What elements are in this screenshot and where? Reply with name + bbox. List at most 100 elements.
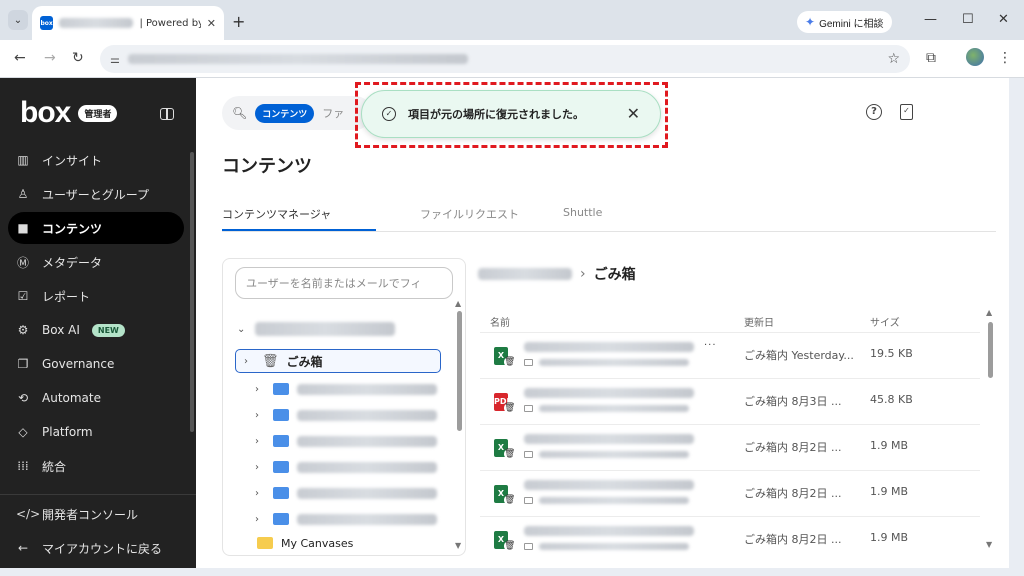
chevron-right-icon[interactable]: › [255,436,265,447]
tree-scroll-up-icon[interactable]: ▲ [455,299,461,308]
new-tab-button[interactable]: + [232,12,245,31]
url-bar[interactable]: ⚌ ☆ [100,45,910,73]
sidebar-item-label: Box AI [42,323,80,337]
shared-folder-icon [273,461,289,473]
toast-close-icon[interactable]: ✕ [627,104,640,123]
tab-shuttle[interactable]: Shuttle [563,202,602,231]
gemini-button[interactable]: ✦ Gemini に相談 [797,11,892,33]
forward-icon[interactable]: → [44,50,56,66]
sidebar-item-label: メタデータ [42,255,103,270]
tree-item-folder[interactable]: › [255,481,437,505]
sidebar-item-integrations[interactable]: ⁞⁞⁞ 統合 [8,450,184,482]
sidebar-item-label: ユーザーとグループ [42,187,150,202]
column-header-name[interactable]: 名前 [490,314,510,329]
browser-menu-icon[interactable]: ⋮ [998,50,1012,66]
chevron-right-icon[interactable]: › [244,356,254,367]
trash-badge-icon: 🗑︎ [504,541,516,551]
browser-tab[interactable]: box | Powered by ✕ [32,6,224,40]
list-scroll-up-icon[interactable]: ▲ [986,308,992,317]
toast-message: 項目が元の場所に復元されました。 [408,108,584,121]
tree-item-trash[interactable]: › 🗑︎ ごみ箱 [235,349,441,373]
admin-sidebar: box 管理者 ▥ インサイト ♙ ユーザーとグループ ■ コンテンツ Ⓜ メタデータ ☑ レポー… [0,78,196,568]
sidebar-item-folder[interactable]: ■ コンテンツ [8,212,184,244]
sidebar-item-label: インサイト [42,153,103,168]
sidebar-item-automate[interactable]: ⟲ Automate [8,382,184,414]
search-scope-pill[interactable]: コンテンツ [255,103,315,123]
blurred-folder-name [297,409,437,421]
logo-row: box 管理者 [20,96,118,130]
sidebar-item-governance[interactable]: ❐ Governance [8,348,184,380]
tree-item-folder[interactable]: › [255,455,437,479]
file-size: 45.8 KB [870,393,913,406]
search-icon: 🔍︎ [232,106,248,120]
file-row[interactable]: X 🗑︎ ごみ箱内 8月2日 ... 1.9 MB [480,516,980,562]
chevron-right-icon[interactable]: › [255,488,265,499]
profile-avatar[interactable] [966,48,984,66]
blurred-breadcrumb-root[interactable] [478,268,572,280]
help-icon[interactable]: ? [866,104,882,120]
shared-folder-icon [273,409,289,421]
minimize-icon[interactable]: — [924,12,937,27]
sidebar-item-back-arrow[interactable]: ← マイアカウントに戻る [8,532,184,564]
tree-item-folder[interactable]: › [255,377,437,401]
box-logo[interactable]: box [20,96,71,130]
report-icon: ☑ [17,289,29,303]
file-row[interactable]: X 🗑︎... ごみ箱内 Yesterday... 19.5 KB [480,332,980,378]
main-panel: 🔍︎ コンテンツ ファ ? ✓ コンテンツ コンテンツマネージャ ファイルリクエ… [196,78,1009,568]
tab-search-chevron-icon[interactable]: ⌄ [8,10,28,30]
reload-icon[interactable]: ↻ [72,50,84,66]
tree-root-user[interactable]: ⌄ [237,317,395,341]
chevron-down-icon[interactable]: ⌄ [237,324,247,335]
file-row[interactable]: X 🗑︎ ごみ箱内 8月2日 ... 1.9 MB [480,470,980,516]
file-row[interactable]: X 🗑︎ ごみ箱内 8月2日 ... 1.9 MB [480,424,980,470]
sidebar-item-code[interactable]: </> 開発者コンソール [8,498,184,530]
file-size: 1.9 MB [870,531,909,544]
sidebar-item-platform[interactable]: ◇ Platform [8,416,184,448]
tree-item-folder[interactable]: › [255,403,437,427]
new-badge: NEW [91,323,125,337]
user-filter-input[interactable]: ユーザーを名前またはメールでフィ [235,267,453,299]
tree-scrollbar[interactable] [457,311,462,431]
file-size: 1.9 MB [870,439,909,452]
sidebar-item-metadata[interactable]: Ⓜ メタデータ [8,246,184,278]
ai-icon: ⚙ [17,323,29,337]
trash-badge-icon: 🗑︎ [504,449,516,459]
tab-file-requests[interactable]: ファイルリクエスト [420,202,519,231]
sidebar-scrollbar[interactable] [190,152,194,432]
tab-close-icon[interactable]: ✕ [207,17,216,30]
check-circle-icon: ✓ [382,107,396,121]
chevron-right-icon[interactable]: › [255,514,265,525]
maximize-icon[interactable]: ☐ [962,12,974,27]
tab-content-manager[interactable]: コンテンツマネージャ [222,202,376,231]
sidebar-item-ai[interactable]: ⚙ Box AI NEW [8,314,184,346]
tree-item-folder[interactable]: › [255,507,437,531]
path-folder-icon [524,405,533,412]
sidebar-item-user[interactable]: ♙ ユーザーとグループ [8,178,184,210]
chevron-right-icon[interactable]: › [255,384,265,395]
sidebar-item-label: Automate [42,391,101,405]
more-options-icon[interactable]: ... [704,337,717,348]
extensions-icon[interactable]: ⧉ [926,50,936,66]
sidebar-collapse-icon[interactable] [160,108,174,120]
bookmark-star-icon[interactable]: ☆ [887,51,900,67]
column-header-updated[interactable]: 更新日 [744,314,774,329]
trash-label: ごみ箱 [286,354,323,369]
search-input[interactable]: 🔍︎ コンテンツ ファ [222,96,372,130]
folder-icon: ■ [17,221,29,235]
sidebar-item-chart[interactable]: ▥ インサイト [8,144,184,176]
back-icon[interactable]: ← [14,50,26,66]
tree-scroll-down-icon[interactable]: ▼ [455,541,461,550]
site-info-icon[interactable]: ⚌ [110,53,120,66]
blurred-file-path [539,451,689,458]
tree-item-folder[interactable]: › [255,429,437,453]
chevron-right-icon[interactable]: › [255,462,265,473]
list-scroll-down-icon[interactable]: ▼ [986,540,992,549]
column-header-size[interactable]: サイズ [870,314,900,329]
chevron-right-icon[interactable]: › [255,410,265,421]
window-close-icon[interactable]: ✕ [998,12,1009,27]
file-row[interactable]: PDF 🗑︎ ごみ箱内 8月3日 ... 45.8 KB [480,378,980,424]
tasks-clipboard-icon[interactable]: ✓ [900,104,913,120]
sidebar-item-report[interactable]: ☑ レポート [8,280,184,312]
file-list-scrollbar[interactable] [988,322,993,378]
tree-item-my-canvases[interactable]: My Canvases [257,531,353,555]
